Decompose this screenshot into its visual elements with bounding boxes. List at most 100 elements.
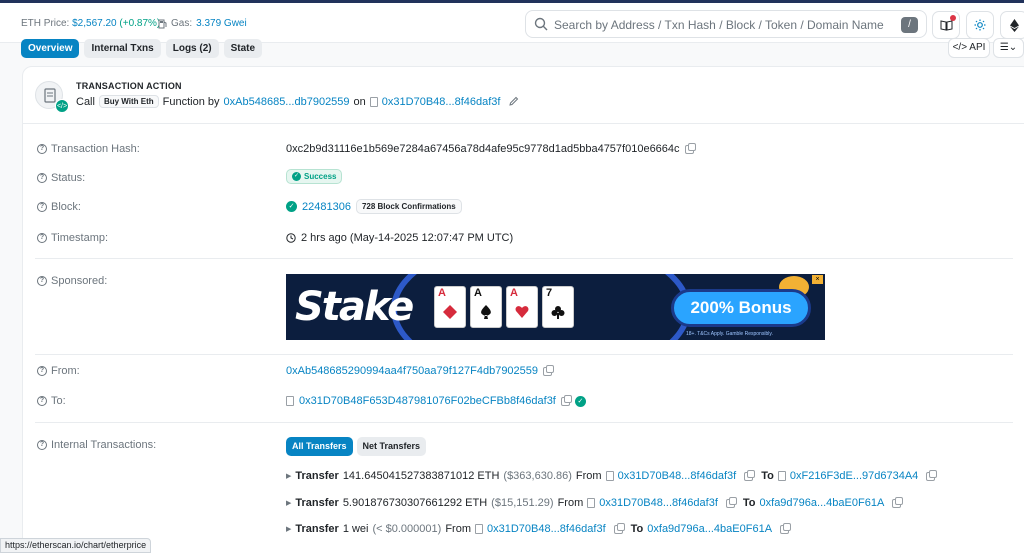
- block-value-row: ✓ 22481306 728 Block Confirmations: [286, 199, 462, 214]
- copy-icon[interactable]: [613, 522, 625, 534]
- gas-value[interactable]: 3.379 Gwei: [196, 18, 247, 29]
- copy-icon[interactable]: [543, 364, 555, 376]
- book-icon: [940, 20, 952, 31]
- eth-price-value[interactable]: $2,567.20: [72, 18, 117, 29]
- call-text: Call: [76, 95, 95, 108]
- copy-icon[interactable]: [725, 496, 737, 508]
- transfer-label: Transfer: [295, 470, 339, 482]
- hash-label-text: Transaction Hash:: [51, 143, 140, 155]
- to-text: To: [742, 497, 756, 509]
- status-text: Success: [304, 172, 337, 181]
- more-options-button[interactable]: ☰⌄: [993, 38, 1024, 58]
- from-text: From: [557, 497, 584, 509]
- transfer-from-link[interactable]: 0x31D70B48...8f46daf3f: [487, 523, 606, 535]
- transfer-from-link[interactable]: 0x31D70B48...8f46daf3f: [618, 470, 737, 482]
- top-bar: ETH Price: $2,567.20 (+0.87%) Gas: 3.379…: [0, 3, 1024, 43]
- caller-address-link[interactable]: 0xAb548685...db7902559: [224, 96, 350, 108]
- to-value-row: 0x31D70B48F653D487981076F02beCFBb8f46daf…: [286, 394, 586, 407]
- network-button[interactable]: [1000, 11, 1024, 39]
- transfer-to-link[interactable]: 0xF216F3dE...97d6734A4: [790, 470, 918, 482]
- copy-icon[interactable]: [892, 496, 904, 508]
- ad-playing-card: 7: [542, 286, 574, 328]
- copy-icon[interactable]: [926, 469, 938, 481]
- copy-icon[interactable]: [684, 142, 696, 154]
- contract-address-link[interactable]: 0x31D70B48...8f46daf3f: [382, 96, 501, 108]
- method-badge: Buy With Eth: [98, 95, 159, 108]
- pencil-icon[interactable]: [508, 96, 519, 107]
- transfer-amount: 1 wei: [342, 523, 369, 535]
- sponsored-label-text: Sponsored:: [51, 275, 108, 287]
- block-number-link[interactable]: 22481306: [302, 201, 351, 213]
- on-text: on: [353, 95, 366, 108]
- hash-label: ? Transaction Hash:: [37, 143, 140, 155]
- contract-file-icon: [369, 96, 378, 107]
- tab-overview[interactable]: Overview: [21, 39, 80, 58]
- check-circle-icon: ✓: [286, 201, 297, 212]
- theme-toggle-button[interactable]: [966, 11, 994, 39]
- api-label: API: [969, 42, 986, 53]
- internal-transactions-label: ? Internal Transactions:: [37, 439, 156, 451]
- tab-state[interactable]: State: [223, 39, 263, 58]
- contract-file-icon: [286, 396, 294, 406]
- transfer-label: Transfer: [295, 497, 339, 509]
- copy-icon[interactable]: [560, 394, 572, 406]
- gas-tracker: Gas: 3.379 Gwei: [158, 18, 247, 29]
- list-icon: ☰: [999, 42, 1009, 53]
- question-icon: ?: [37, 396, 47, 406]
- to-address-link[interactable]: 0x31D70B48F653D487981076F02beCFBb8f46daf…: [299, 395, 556, 407]
- tab-logs[interactable]: Logs (2): [165, 39, 219, 58]
- transfer-from-link[interactable]: 0x31D70B48...8f46daf3f: [599, 497, 718, 509]
- from-address-link[interactable]: 0xAb548685290994aa4f750aa79f127F4db79025…: [286, 365, 538, 377]
- transaction-action-title: TRANSACTION ACTION: [76, 81, 182, 91]
- tab-internal-txns[interactable]: Internal Txns: [84, 39, 161, 58]
- code-badge-icon: </>: [55, 99, 69, 113]
- all-transfers-button[interactable]: All Transfers: [286, 437, 353, 456]
- transaction-action-section: </> TRANSACTION ACTION Call Buy With Eth…: [23, 67, 1024, 124]
- sponsored-label: ? Sponsored:: [37, 275, 107, 287]
- transfer-amount: 141.645041527383871012 ETH: [342, 470, 500, 482]
- question-icon: ?: [37, 173, 47, 183]
- gas-pump-icon: [158, 19, 167, 28]
- ad-bonus-button[interactable]: 200% Bonus: [671, 289, 811, 327]
- notifications-button[interactable]: [932, 11, 960, 39]
- block-label-text: Block:: [51, 201, 81, 213]
- code-icon: </>: [952, 42, 968, 53]
- transfer-row: ▶ Transfer 5.901876730307661292 ETH ($15…: [286, 496, 904, 509]
- ad-close-icon[interactable]: ×: [812, 275, 823, 284]
- caret-right-icon[interactable]: ▶: [286, 499, 291, 507]
- question-icon: ?: [37, 366, 47, 376]
- divider: [35, 258, 1013, 259]
- caret-right-icon[interactable]: ▶: [286, 472, 291, 480]
- tab-bar: Overview Internal Txns Logs (2) State: [21, 39, 263, 58]
- notification-dot: [950, 15, 956, 21]
- question-icon: ?: [37, 233, 47, 243]
- transfer-toggle: All Transfers Net Transfers: [286, 437, 427, 456]
- from-label: ? From:: [37, 365, 80, 377]
- copy-icon[interactable]: [780, 522, 792, 534]
- search-bar[interactable]: Search by Address / Txn Hash / Block / T…: [525, 10, 927, 38]
- ad-playing-card: A: [434, 286, 466, 328]
- eth-price-label: ETH Price:: [21, 18, 70, 29]
- clock-icon: [286, 233, 296, 243]
- from-text: From: [575, 470, 602, 482]
- contract-file-icon: [777, 471, 786, 481]
- api-button[interactable]: </> API: [948, 38, 990, 58]
- transfer-row: ▶ Transfer 1 wei (< $0.000001) From 0x31…: [286, 522, 792, 535]
- verified-check-icon: ✓: [574, 395, 586, 407]
- transfer-to-link[interactable]: 0xfa9d796a...4baE0F61A: [760, 497, 885, 509]
- caret-right-icon[interactable]: ▶: [286, 525, 291, 533]
- status-badge: ✓ Success: [286, 169, 343, 184]
- contract-file-icon: [474, 524, 483, 534]
- to-text: To: [630, 523, 644, 535]
- transaction-details-card: </> TRANSACTION ACTION Call Buy With Eth…: [22, 66, 1024, 553]
- to-label: ? To:: [37, 395, 66, 407]
- net-transfers-button[interactable]: Net Transfers: [356, 437, 427, 456]
- function-by-text: Function by: [162, 95, 220, 108]
- transfer-to-link[interactable]: 0xfa9d796a...4baE0F61A: [647, 523, 772, 535]
- ad-fineprint: 18+. T&Cs Apply. Gamble Responsibly.: [686, 331, 773, 337]
- contract-file-icon: [605, 471, 614, 481]
- sponsored-ad-banner[interactable]: Stake A A A 7 200% Bonus 18+. T&Cs Apply…: [286, 274, 825, 340]
- search-input[interactable]: Search by Address / Txn Hash / Block / T…: [554, 18, 884, 32]
- timestamp-label: ? Timestamp:: [37, 232, 108, 244]
- copy-icon[interactable]: [744, 469, 756, 481]
